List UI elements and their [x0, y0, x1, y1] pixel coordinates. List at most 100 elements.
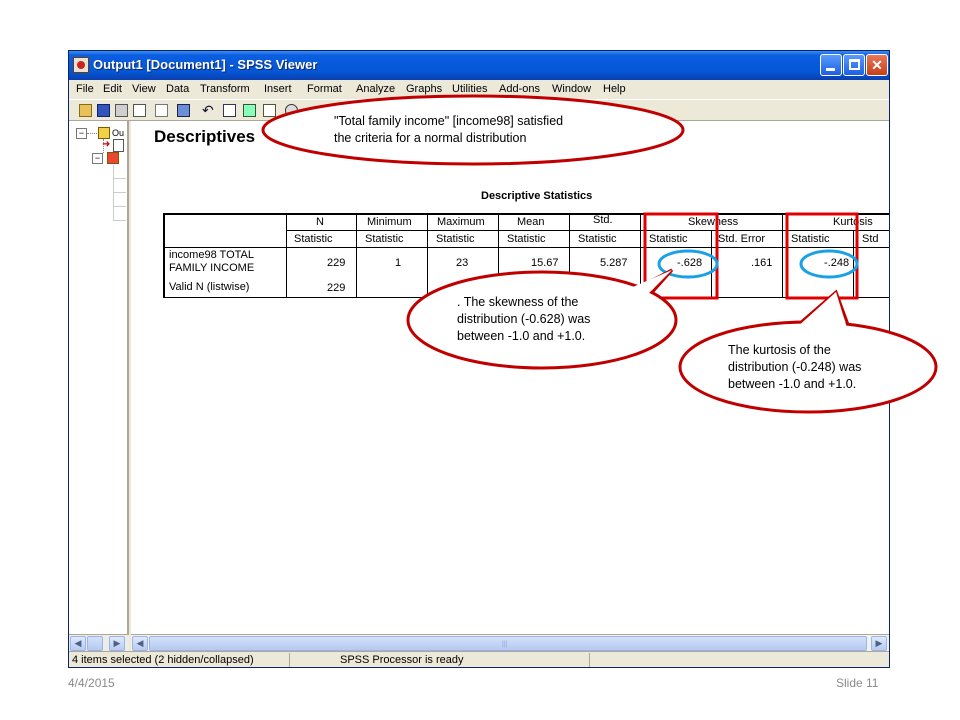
row-label-valid-n: Valid N (listwise) [169, 281, 250, 293]
menu-view[interactable]: View [132, 83, 156, 95]
maximize-button[interactable] [843, 54, 865, 76]
print-icon[interactable] [115, 104, 128, 117]
scroll-thumb[interactable] [87, 636, 103, 651]
menu-insert[interactable]: Insert [264, 83, 292, 95]
table-divider [427, 213, 428, 298]
output-book-icon[interactable] [98, 127, 110, 139]
table-divider [163, 247, 889, 248]
maximize-icon [849, 59, 860, 70]
menu-help[interactable]: Help [603, 83, 626, 95]
table-divider [286, 213, 287, 298]
status-selection: 4 items selected (2 hidden/collapsed) [72, 654, 254, 666]
value-skewness: -.628 [677, 257, 703, 269]
menu-data[interactable]: Data [166, 83, 189, 95]
menu-add-ons[interactable]: Add-ons [499, 83, 540, 95]
window-title: Output1 [Document1] - SPSS Viewer [93, 57, 318, 72]
scroll-right-icon[interactable]: ▶ [109, 636, 125, 651]
table-divider [853, 230, 854, 298]
menu-graphs[interactable]: Graphs [406, 83, 442, 95]
menu-bar: File Edit View Data Transform Insert For… [69, 80, 889, 99]
status-divider [589, 653, 590, 667]
collapse-node-descriptives[interactable]: − [92, 153, 103, 164]
menu-format[interactable]: Format [307, 83, 342, 95]
subheader-statistic: Statistic [436, 233, 475, 245]
print-preview-icon[interactable] [133, 104, 146, 117]
tree-connector [87, 133, 97, 134]
value-minimum: 1 [395, 257, 402, 269]
find-icon[interactable] [285, 104, 298, 117]
content-horizontal-scrollbar[interactable]: ◀ ||| ▶ [131, 634, 889, 651]
header-kurtosis: Kurtosis [833, 216, 873, 228]
chart-icon[interactable] [243, 104, 256, 117]
header-minimum: Minimum [367, 216, 412, 228]
table-title: Descriptive Statistics [481, 190, 593, 202]
kurtosis-callout-line: between -1.0 and +1.0. [728, 377, 857, 391]
outline-row [113, 165, 126, 179]
open-icon[interactable] [79, 104, 92, 117]
menu-analyze[interactable]: Analyze [356, 83, 395, 95]
menu-file[interactable]: File [76, 83, 94, 95]
normal-callout-text: "Total family income" [income98] satisfi… [334, 113, 563, 147]
value-skew-se: .161 [751, 257, 773, 269]
descriptives-book-icon[interactable] [107, 152, 119, 164]
subheader-statistic: Statistic [507, 233, 546, 245]
value-maximum: 23 [456, 257, 469, 269]
table-divider [498, 213, 499, 298]
table-divider [782, 213, 783, 298]
menu-transform[interactable]: Transform [200, 83, 250, 95]
outline-pane[interactable]: − Ou ➜ − [69, 121, 129, 634]
menu-window[interactable]: Window [552, 83, 591, 95]
outline-row [113, 193, 126, 207]
subheader-std-error: Std. Error [718, 233, 766, 245]
subheader-statistic: Statistic [365, 233, 404, 245]
scroll-right-icon[interactable]: ▶ [871, 636, 887, 651]
value-valid-n: 229 [327, 282, 346, 294]
descriptives-heading: Descriptives [154, 127, 256, 146]
scroll-left-icon[interactable]: ◀ [70, 636, 86, 651]
minimize-icon [826, 68, 835, 71]
scroll-left-icon[interactable]: ◀ [132, 636, 148, 651]
title-bar[interactable]: Output1 [Document1] - SPSS Viewer ✕ [69, 51, 889, 80]
scroll-thumb[interactable]: ||| [149, 636, 867, 651]
row-label-income98: FAMILY INCOME [169, 262, 255, 274]
table-divider [356, 213, 357, 298]
log-page-icon[interactable] [113, 139, 124, 152]
subheader-statistic: Statistic [578, 233, 617, 245]
save-icon[interactable] [97, 104, 110, 117]
export-icon[interactable] [155, 104, 168, 117]
table-divider [569, 213, 570, 298]
outline-row [113, 179, 126, 193]
grid-icon[interactable] [223, 104, 236, 117]
collapse-node-root[interactable]: − [76, 128, 87, 139]
header-std: Std. [593, 214, 613, 226]
variables-icon[interactable] [263, 104, 276, 117]
outline-horizontal-scrollbar[interactable]: ◀ ▶ [69, 634, 129, 651]
header-maximum: Maximum [437, 216, 485, 228]
spss-app-icon[interactable] [73, 57, 89, 73]
minimize-button[interactable] [820, 54, 842, 76]
kurtosis-callout-line: The kurtosis of the [728, 343, 831, 357]
close-icon: ✕ [871, 57, 883, 73]
normal-callout-line: the criteria for a normal distribution [334, 131, 527, 145]
outline-root-label[interactable]: Ou [112, 128, 124, 138]
goto-data-icon[interactable] [177, 104, 190, 117]
subheader-statistic: Statistic [791, 233, 830, 245]
selection-arrow-icon: ➜ [102, 139, 111, 150]
subheader-statistic: Statistic [294, 233, 333, 245]
kurtosis-callout-text: The kurtosis of the distribution (-0.248… [728, 342, 861, 393]
value-n: 229 [327, 257, 346, 269]
skewness-callout-line: . The skewness of the [457, 295, 579, 309]
value-mean: 15.67 [531, 257, 559, 269]
undo-icon[interactable]: ↶ [202, 103, 215, 117]
menu-edit[interactable]: Edit [103, 83, 122, 95]
close-button[interactable]: ✕ [866, 54, 888, 76]
menu-utilities[interactable]: Utilities [452, 83, 487, 95]
header-n: N [316, 216, 324, 228]
status-divider [289, 653, 290, 667]
value-std: 5.287 [600, 257, 628, 269]
slide-date: 4/4/2015 [68, 676, 115, 690]
status-processor: SPSS Processor is ready [340, 654, 464, 666]
skewness-callout-text: . The skewness of the distribution (-0.6… [457, 294, 590, 345]
scroll-grip-icon: ||| [502, 641, 508, 648]
row-label-income98: income98 TOTAL [169, 249, 254, 261]
